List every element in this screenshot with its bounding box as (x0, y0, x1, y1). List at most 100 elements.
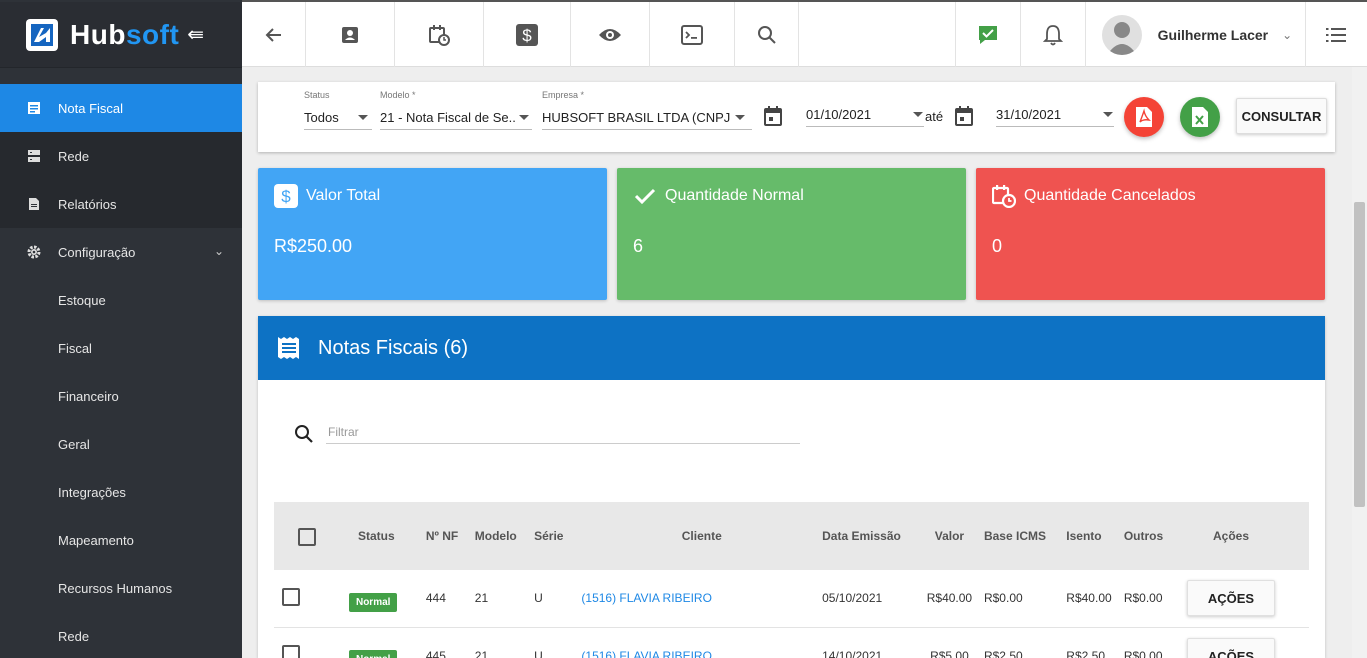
cell-data: 14/10/2021 (822, 627, 915, 658)
card-quantidade-normal: Quantidade Normal 6 (617, 168, 966, 300)
collapse-sidebar-icon[interactable]: ⇚ (187, 22, 204, 47)
back-arrow-icon (265, 27, 281, 42)
server-icon (28, 150, 40, 162)
status-badge: Normal (348, 650, 398, 658)
search-icon (295, 425, 313, 443)
chevron-down-icon: ⌄ (1282, 27, 1293, 42)
header-outros[interactable]: Outros (1124, 502, 1187, 570)
date-to-input[interactable]: 31/10/2021 (996, 107, 1096, 122)
card-value: 0 (992, 236, 1003, 256)
gear-icon (27, 245, 41, 259)
sidebar-item-mapeamento[interactable]: Mapeamento (0, 516, 242, 564)
calendar-icon[interactable] (955, 106, 973, 126)
sidebar-item-label: Mapeamento (58, 532, 134, 548)
terminal-button[interactable] (650, 2, 736, 67)
empresa-label: Empresa * (542, 90, 585, 100)
calendar-clock-icon (992, 185, 1016, 208)
sidebar-item-relatorios[interactable]: Relatórios (0, 180, 242, 228)
select-all-checkbox[interactable] (298, 527, 316, 546)
panel-header: Notas Fiscais (6) (258, 316, 1325, 380)
caret-down-icon (913, 112, 923, 117)
sidebar-item-label: Financeiro (58, 388, 119, 404)
card-value: R$250.00 (274, 236, 353, 256)
page-scrollbar[interactable] (1352, 67, 1367, 658)
filter-input[interactable] (326, 420, 800, 444)
header-serie[interactable]: Série (534, 502, 581, 570)
status-badge: Normal (348, 592, 398, 612)
terminal-icon (681, 24, 704, 45)
acoes-button[interactable]: AÇÕES (1187, 580, 1275, 617)
status-select[interactable]: Todos (304, 110, 364, 125)
date-from-input[interactable]: 01/10/2021 (806, 107, 906, 122)
header-modelo[interactable]: Modelo (475, 502, 534, 570)
sidebar-item-label: Rede (58, 628, 90, 644)
search-button[interactable] (735, 2, 800, 67)
scrollbar-thumb[interactable] (1354, 202, 1365, 507)
export-pdf-button[interactable] (1124, 97, 1164, 137)
header-status[interactable]: Status (343, 502, 426, 570)
header-nf[interactable]: Nº NF (426, 502, 475, 570)
export-excel-button[interactable] (1180, 97, 1220, 137)
menu-icon (1326, 27, 1347, 42)
sidebar-item-financeiro[interactable]: Financeiro (0, 372, 242, 420)
sidebar-item-rede[interactable]: Rede (0, 132, 242, 180)
card-valor-total: $ Valor Total R$250.00 (258, 168, 607, 300)
row-checkbox[interactable] (282, 587, 300, 606)
sidebar-item-configuracao[interactable]: Configuração ⌄ (0, 228, 242, 276)
dollar-icon: $ (515, 23, 538, 46)
table-row: Normal 444 21 U (1516) FLAVIA RIBEIRO 05… (274, 570, 1309, 628)
topbar: $ Guilherme Lacer ⌄ (242, 0, 1367, 67)
header-base-icms[interactable]: Base ICMS (984, 502, 1066, 570)
sidebar-item-integracoes[interactable]: Integrações (0, 468, 242, 516)
ate-label: até (925, 109, 944, 124)
card-title: Quantidade Cancelados (1024, 187, 1196, 204)
filter-bar: Status Todos Modelo * 21 - Nota Fiscal d… (258, 82, 1335, 152)
sidebar-item-rede-config[interactable]: Rede (0, 612, 242, 658)
cell-isento: R$2.50 (1066, 627, 1124, 658)
sidebar-item-label: Nota Fiscal (58, 100, 124, 116)
sidebar-item-label: Estoque (58, 292, 106, 308)
user-name: Guilherme Lacer (1157, 26, 1269, 43)
back-button[interactable] (242, 2, 307, 67)
chat-check-button[interactable] (956, 2, 1022, 67)
sidebar-item-recursos-humanos[interactable]: Recursos Humanos (0, 564, 242, 612)
consultar-button[interactable]: CONSULTAR (1236, 98, 1327, 134)
contact-button[interactable] (306, 2, 396, 67)
empresa-select[interactable]: HUBSOFT BRASIL LTDA (CNPJ... (542, 110, 730, 125)
cell-valor: R$40.00 (914, 570, 984, 628)
acoes-button[interactable]: AÇÕES (1187, 637, 1275, 658)
main-menu-button[interactable] (1306, 2, 1367, 67)
sidebar-item-fiscal[interactable]: Fiscal (0, 324, 242, 372)
card-value: 6 (633, 236, 644, 256)
modelo-label: Modelo * (380, 90, 416, 100)
cliente-link[interactable]: (1516) FLAVIA RIBEIRO (581, 649, 712, 658)
card-quantidade-cancelados: Quantidade Cancelados 0 (976, 168, 1325, 300)
avatar (1101, 14, 1142, 55)
notas-table: Status Nº NF Modelo Série Cliente Data E… (274, 502, 1309, 658)
sidebar-item-estoque[interactable]: Estoque (0, 276, 242, 324)
topbar-spacer (799, 2, 956, 67)
panel-title: Notas Fiscais (6) (318, 336, 469, 359)
user-avatar-icon (1106, 21, 1137, 55)
cell-isento: R$40.00 (1066, 570, 1124, 628)
caret-down-icon (358, 115, 368, 120)
finance-button[interactable]: $ (484, 2, 571, 67)
cell-base-icms: R$2.50 (983, 627, 1067, 658)
table-header-row: Status Nº NF Modelo Série Cliente Data E… (274, 502, 1309, 570)
header-valor[interactable]: Valor (915, 502, 984, 570)
sidebar-item-label: Recursos Humanos (58, 580, 173, 596)
header-data-emissao[interactable]: Data Emissão (822, 502, 915, 570)
cliente-link[interactable]: (1516) FLAVIA RIBEIRO (581, 591, 712, 605)
row-checkbox[interactable] (282, 645, 300, 658)
header-isento[interactable]: Isento (1066, 502, 1124, 570)
view-button[interactable] (571, 2, 650, 67)
modelo-select[interactable]: 21 - Nota Fiscal de Se... (380, 110, 516, 125)
header-cliente[interactable]: Cliente (581, 502, 822, 570)
sidebar-item-geral[interactable]: Geral (0, 420, 242, 468)
sidebar-item-label: Integrações (58, 484, 126, 500)
notifications-button[interactable] (1021, 2, 1086, 67)
sidebar-item-nota-fiscal[interactable]: Nota Fiscal (0, 84, 242, 132)
calendar-button[interactable] (395, 2, 484, 67)
user-menu[interactable]: Guilherme Lacer ⌄ (1086, 2, 1306, 67)
calendar-icon[interactable] (764, 106, 782, 126)
